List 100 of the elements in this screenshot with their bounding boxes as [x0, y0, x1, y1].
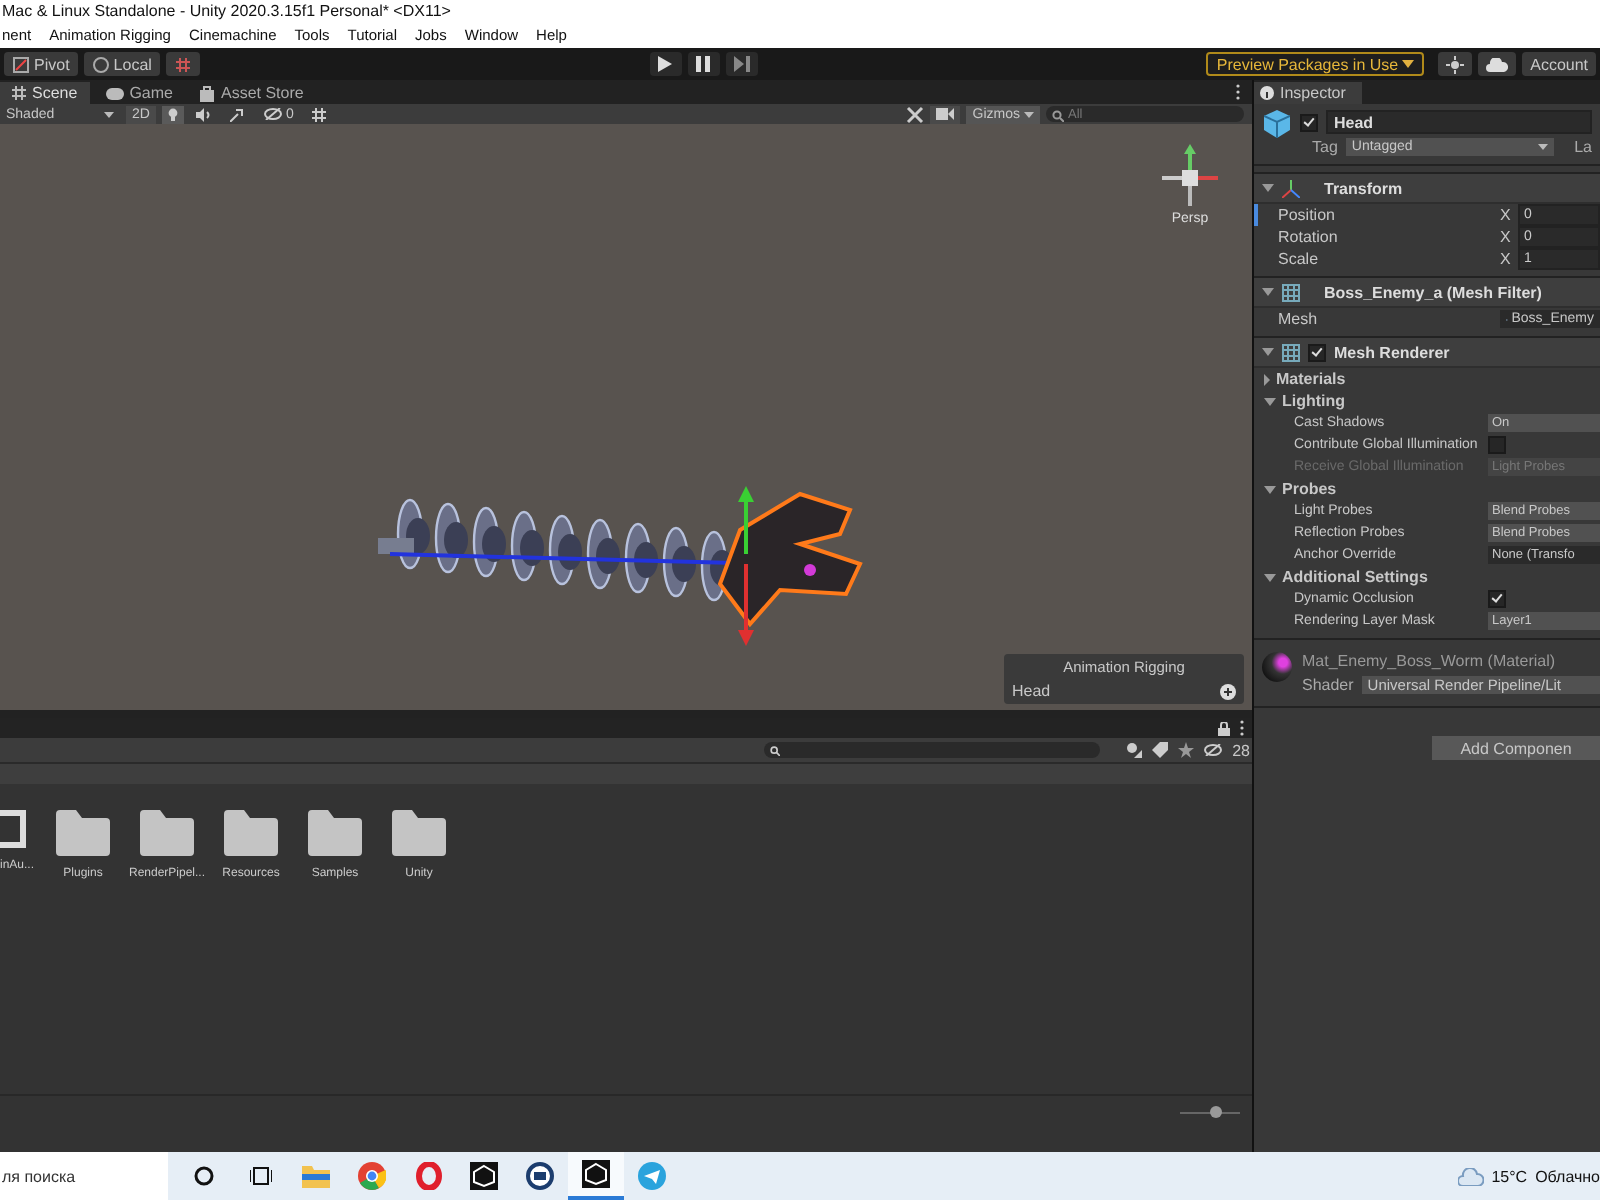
preview-packages-button[interactable]: Preview Packages in Use: [1206, 52, 1425, 76]
scene-toggle[interactable]: [161, 105, 184, 123]
group-label[interactable]: Lighting: [1282, 392, 1346, 410]
play-icon: [658, 56, 673, 72]
overlay-item[interactable]: Head: [1012, 682, 1051, 700]
lock-icon[interactable]: [1218, 721, 1230, 735]
foldout-icon[interactable]: [1264, 573, 1276, 581]
axes-icon: [1282, 179, 1300, 197]
field-label: La: [1574, 138, 1592, 156]
taskbar-app-button[interactable]: [568, 1152, 624, 1200]
camera-dropdown[interactable]: [930, 105, 961, 123]
pause-button[interactable]: [687, 52, 720, 76]
task-view-icon: [249, 1166, 271, 1186]
caret-icon: [1024, 111, 1034, 117]
grid-icon: [12, 86, 26, 100]
caret-icon: [1402, 60, 1415, 68]
collab-button[interactable]: [1438, 52, 1473, 76]
gamepad-icon: [105, 87, 124, 99]
window-title: Mac & Linux Standalone - Unity 2020.3.15f1 Personal* <DX11>: [2, 0, 453, 24]
hidden-count: 28: [1232, 741, 1250, 759]
caret-icon: [1538, 144, 1549, 150]
grid-icon: [173, 55, 192, 73]
folder-icon[interactable]: [308, 810, 362, 856]
step-button[interactable]: [725, 52, 758, 76]
speaker-icon: [195, 107, 212, 121]
snap-button[interactable]: [165, 52, 200, 76]
search-icon: [770, 745, 781, 755]
field-label: Tag: [1312, 138, 1338, 156]
foldout-icon[interactable]: [1264, 373, 1270, 385]
component-header[interactable]: Mesh Renderer: [1254, 336, 1600, 368]
group-label[interactable]: Additional Settings: [1282, 568, 1428, 586]
ring-icon: [415, 1162, 441, 1190]
mesh-grid-icon: [1282, 343, 1300, 361]
cube-icon[interactable]: [1264, 110, 1290, 138]
tag-icon[interactable]: [1152, 742, 1169, 758]
grid-icon: [311, 107, 326, 121]
chrome-icon: [358, 1162, 386, 1190]
cube-icon: [470, 1162, 498, 1190]
info-icon: [1260, 86, 1274, 100]
effects-icon: [229, 107, 246, 121]
play-button[interactable]: [649, 52, 682, 76]
foldout-icon[interactable]: [1264, 485, 1276, 493]
folder-icon[interactable]: [56, 810, 110, 856]
folder-icon[interactable]: [392, 810, 446, 856]
eye-slash-icon: [263, 108, 282, 120]
tab[interactable]: Game: [93, 82, 185, 104]
tab[interactable]: Asset Store: [188, 82, 316, 104]
pivot-icon: [12, 55, 30, 73]
group-label[interactable]: Materials: [1276, 370, 1346, 388]
project-search-field[interactable]: [764, 742, 1101, 758]
eye-slash-icon[interactable]: [1204, 744, 1223, 756]
component-header[interactable]: Boss_Enemy_a (Mesh Filter): [1254, 276, 1600, 308]
component-header[interactable]: Transform: [1254, 172, 1600, 204]
cube-icon: [582, 1160, 610, 1188]
foldout-icon[interactable]: [1262, 184, 1274, 192]
pause-icon: [696, 56, 711, 72]
circle-icon: [526, 1162, 554, 1190]
account-button[interactable]: Account: [1522, 52, 1597, 76]
local-button[interactable]: Local: [83, 52, 160, 76]
component-title: Boss_Enemy_a (Mesh Filter): [1324, 283, 1542, 301]
group-label[interactable]: Probes: [1282, 480, 1337, 498]
sun-icon: [1446, 55, 1465, 73]
tools-icon[interactable]: [906, 105, 925, 123]
foldout-icon[interactable]: [1264, 397, 1276, 405]
enabled-checkbox[interactable]: [1308, 343, 1326, 361]
foldout-icon[interactable]: [1262, 288, 1274, 296]
material-name: Mat_Enemy_Boss_Worm (Material): [1302, 652, 1558, 670]
tab[interactable]: Scene: [0, 82, 90, 104]
field-label: Rotation: [1278, 228, 1340, 246]
temperature[interactable]: 15°C: [1491, 1167, 1528, 1185]
cloud-button[interactable]: [1478, 52, 1517, 76]
inspector-tab[interactable]: Inspector: [1254, 82, 1362, 104]
checkbox[interactable]: [1488, 590, 1506, 608]
checkbox[interactable]: [1488, 436, 1506, 454]
object-name-field[interactable]: Head: [1326, 110, 1592, 134]
foldout-icon[interactable]: [1262, 348, 1274, 356]
component-title: Mesh Renderer: [1334, 343, 1450, 361]
component-title: Transform: [1324, 179, 1403, 197]
field-label: Mesh: [1278, 310, 1320, 328]
add-component-button[interactable]: Add Componen: [1432, 736, 1600, 760]
active-checkbox[interactable]: [1300, 113, 1318, 131]
cloud-icon: [1486, 57, 1509, 71]
add-icon[interactable]: [1220, 683, 1236, 699]
axis-gizmo-drawing[interactable]: [1156, 144, 1224, 212]
star-icon[interactable]: [1178, 742, 1195, 758]
folder-icon[interactable]: [224, 810, 278, 856]
weather-label[interactable]: Облачно: [1535, 1167, 1600, 1185]
pivot-button[interactable]: Pivot: [4, 52, 78, 76]
field-label: Position: [1278, 206, 1337, 224]
caret-icon: [104, 111, 114, 117]
search-icon: [1052, 109, 1064, 121]
taskbar-search-field[interactable]: ля поиска: [0, 1152, 168, 1200]
filter-type-icon[interactable]: [1126, 742, 1143, 758]
field-label: Scale: [1278, 250, 1321, 268]
axis-label: X: [1500, 228, 1512, 246]
bag-icon: [200, 85, 215, 101]
folder-icon: [302, 1165, 330, 1187]
axis-label: X: [1500, 206, 1512, 224]
icon-size-slider[interactable]: [1180, 1106, 1240, 1118]
folder-icon[interactable]: [140, 810, 194, 856]
